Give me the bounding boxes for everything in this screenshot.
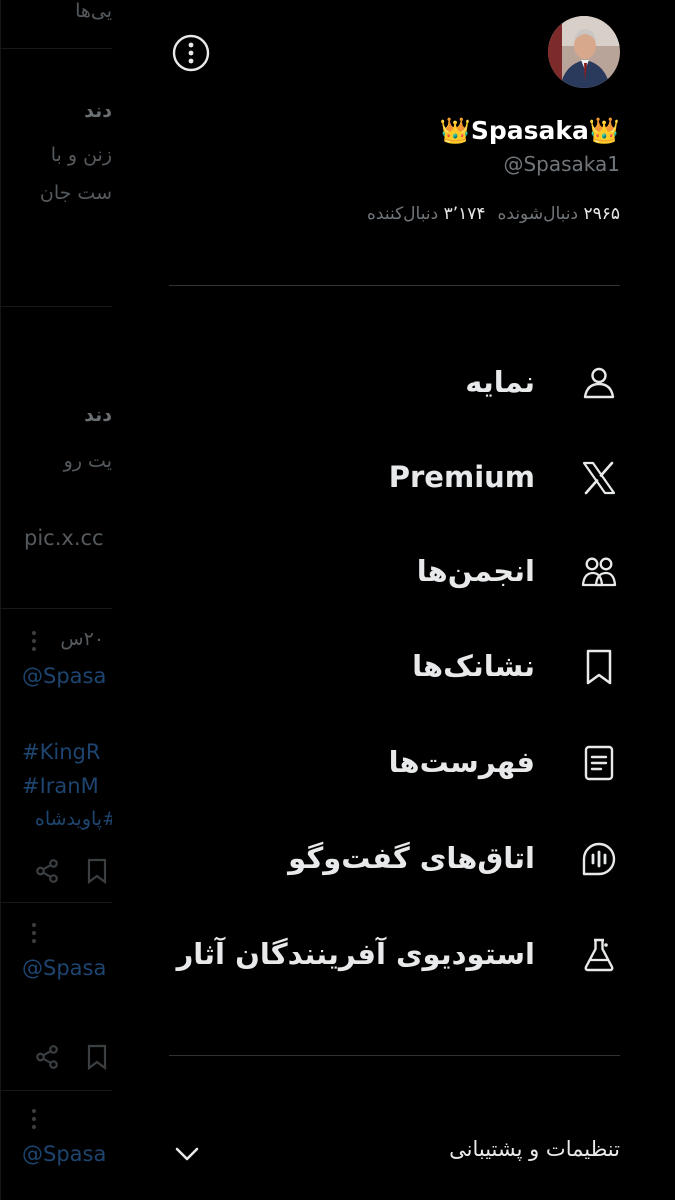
feed-share-icon bbox=[36, 859, 58, 883]
feed-text-fragment: دند bbox=[84, 404, 112, 426]
followers-label: دنبال‌کننده bbox=[367, 204, 439, 224]
profile-display-name[interactable]: 👑Spasaka👑 bbox=[440, 116, 620, 146]
spaces-icon bbox=[582, 842, 616, 876]
followers-count: ۳٬۱۷۴ bbox=[443, 204, 486, 224]
menu-item-label: فهرست‌ها bbox=[388, 745, 535, 779]
following-count: ۲۹۶۵ bbox=[583, 204, 620, 224]
menu-item-profile[interactable]: نمایه bbox=[112, 348, 675, 418]
avatar[interactable] bbox=[548, 16, 620, 88]
feed-hashtag: #IranM bbox=[22, 774, 99, 798]
x-logo-icon bbox=[582, 461, 616, 495]
creator-studio-flask-icon bbox=[584, 938, 614, 972]
feed-text-fragment: ست جان bbox=[39, 182, 112, 204]
feed-divider bbox=[0, 1090, 112, 1091]
avatar-photo bbox=[548, 16, 620, 88]
bookmark-icon bbox=[586, 649, 612, 685]
feed-text-fragment: یت رو bbox=[63, 450, 112, 472]
feed-more-icon bbox=[32, 631, 36, 651]
background-timeline: یی‌ها دند زنن و با ست جان دند یت رو pic.… bbox=[0, 0, 112, 1200]
menu-item-communities[interactable]: انجمن‌ها bbox=[112, 537, 675, 607]
menu-item-label: نمایه bbox=[465, 365, 535, 399]
feed-divider bbox=[0, 902, 112, 903]
following-label: دنبال‌شونده bbox=[497, 204, 579, 224]
navigation-drawer: 👑Spasaka👑 @Spasaka1 ۲۹۶۵ دنبال‌شونده ۳٬۱۷… bbox=[112, 0, 675, 1200]
feed-hashtag: #پاویدشاه bbox=[34, 808, 112, 830]
feed-time-fragment: ۲۰س bbox=[60, 628, 104, 650]
more-options-icon[interactable] bbox=[172, 34, 210, 72]
feed-text-fragment: زنن و با bbox=[50, 144, 112, 166]
feed-divider bbox=[0, 306, 112, 307]
drawer-divider bbox=[169, 1055, 620, 1056]
menu-item-spaces[interactable]: اتاق‌های گفت‌وگو bbox=[112, 824, 675, 894]
feed-handle-fragment: @Spasa bbox=[22, 1142, 107, 1166]
feed-handle-fragment: @Spasa bbox=[22, 956, 107, 980]
followers-link[interactable]: ۳٬۱۷۴ دنبال‌کننده bbox=[367, 204, 486, 224]
crown-emoji-icon: 👑 bbox=[588, 116, 620, 145]
feed-divider bbox=[0, 48, 112, 49]
following-link[interactable]: ۲۹۶۵ دنبال‌شونده bbox=[498, 204, 621, 224]
timeline-edge bbox=[0, 0, 1, 1200]
crown-emoji-icon: 👑 bbox=[439, 116, 471, 145]
feed-text-fragment: دند bbox=[84, 100, 112, 122]
feed-text-fragment: یی‌ها bbox=[75, 0, 112, 22]
feed-more-icon bbox=[32, 1109, 36, 1129]
menu-item-label: انجمن‌ها bbox=[416, 554, 535, 588]
menu-item-lists[interactable]: فهرست‌ها bbox=[112, 728, 675, 798]
profile-handle: @Spasaka1 bbox=[503, 152, 620, 176]
chevron-down-icon bbox=[175, 1147, 199, 1161]
menu-item-label: استودیوی آفرینندگان آثار bbox=[176, 937, 535, 971]
feed-share-icon bbox=[36, 1045, 58, 1069]
feed-more-icon bbox=[32, 923, 36, 943]
communities-icon bbox=[581, 557, 617, 587]
menu-item-premium[interactable]: Premium bbox=[112, 443, 675, 513]
menu-item-bookmarks[interactable]: نشانک‌ها bbox=[112, 632, 675, 702]
feed-link-fragment: pic.x.cc bbox=[24, 526, 104, 550]
profile-person-icon bbox=[583, 367, 615, 399]
menu-item-label: Premium bbox=[388, 460, 535, 494]
feed-bookmark-icon bbox=[87, 1044, 107, 1070]
feed-divider bbox=[0, 608, 112, 609]
menu-item-creator-studio[interactable]: استودیوی آفرینندگان آثار bbox=[112, 920, 675, 990]
follow-stats: ۲۹۶۵ دنبال‌شونده ۳٬۱۷۴ دنبال‌کننده bbox=[367, 204, 620, 224]
display-name-text: Spasaka bbox=[470, 116, 589, 145]
settings-support-label: تنظیمات و پشتیبانی bbox=[449, 1137, 620, 1161]
feed-handle-fragment: @Spasa bbox=[22, 664, 107, 688]
settings-support-toggle[interactable]: تنظیمات و پشتیبانی bbox=[112, 1125, 675, 1181]
feed-bookmark-icon bbox=[87, 858, 107, 884]
feed-hashtag: #KingR bbox=[22, 740, 101, 764]
menu-item-label: نشانک‌ها bbox=[412, 649, 535, 683]
lists-icon bbox=[584, 745, 614, 781]
drawer-divider bbox=[169, 285, 620, 286]
menu-item-label: اتاق‌های گفت‌وگو bbox=[288, 841, 535, 875]
